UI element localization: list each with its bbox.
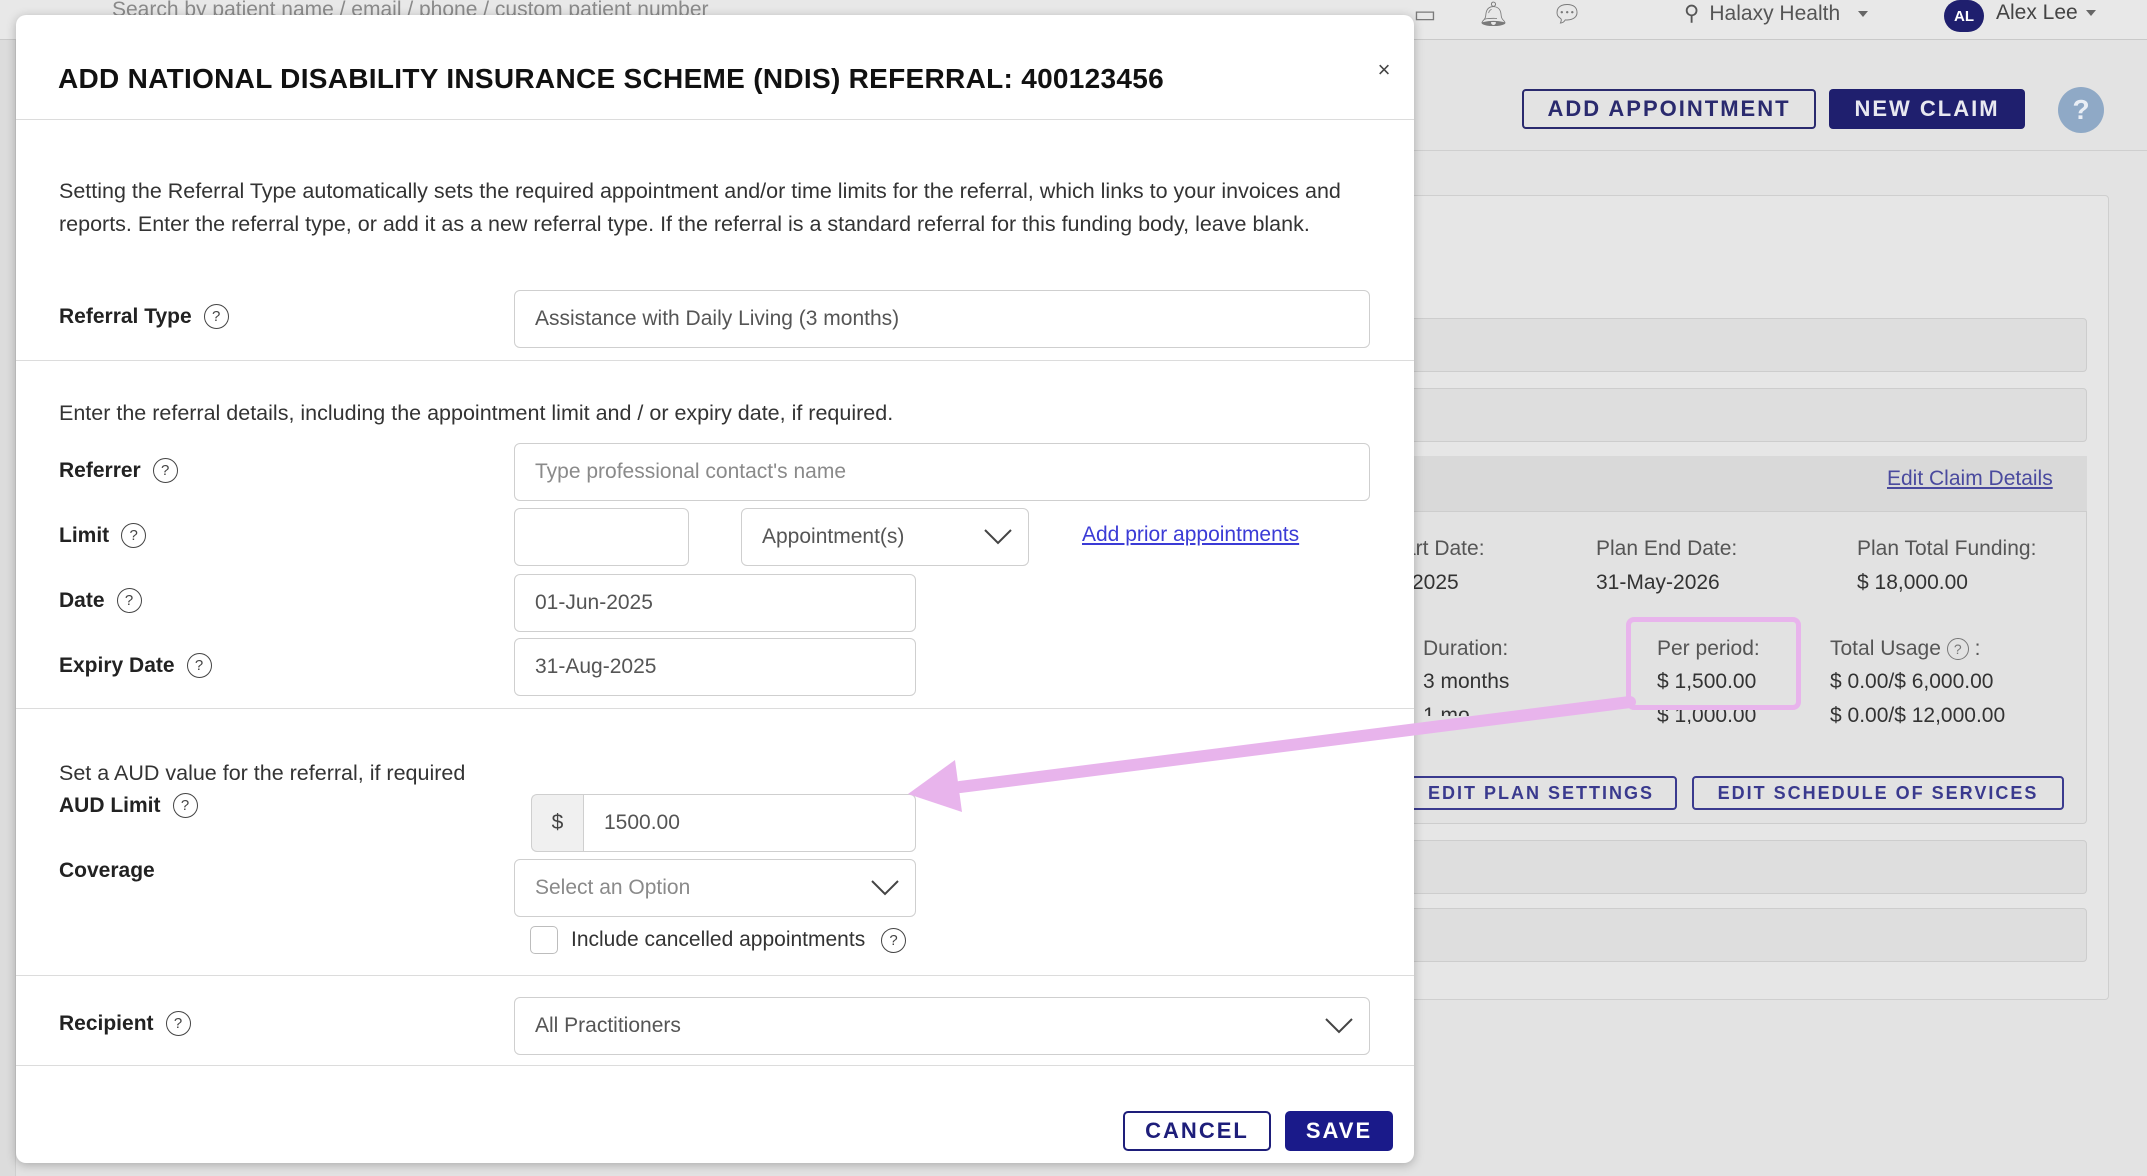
expiry-date-input[interactable]: 31-Aug-2025	[514, 638, 916, 696]
left-strip	[0, 40, 16, 1176]
panel-row[interactable]	[1400, 388, 2087, 442]
recipient-label: Recipient ?	[59, 1011, 191, 1036]
modal-title: ADD NATIONAL DISABILITY INSURANCE SCHEME…	[58, 63, 1165, 94]
plan-total-funding-value: $ 18,000.00	[1857, 571, 1968, 594]
referral-type-description: Setting the Referral Type automatically …	[59, 179, 1341, 236]
referral-type-input[interactable]: Assistance with Daily Living (3 months)	[514, 290, 1370, 348]
referral-details-description: Enter the referral details, including th…	[59, 401, 894, 425]
total-usage-label: Total Usage ? :	[1830, 637, 1981, 661]
limit-label-text: Limit	[59, 523, 110, 547]
help-circle-icon[interactable]: ?	[881, 928, 907, 953]
limit-input[interactable]	[514, 508, 689, 566]
help-button[interactable]: ?	[2058, 87, 2104, 133]
per-period-highlight	[1626, 617, 1801, 710]
divider	[16, 975, 1414, 976]
date-label-text: Date	[59, 588, 105, 612]
chevron-down-icon	[984, 529, 1012, 545]
coverage-select[interactable]: Select an Option	[514, 859, 916, 917]
help-circle-icon[interactable]: ?	[172, 793, 198, 818]
help-circle-icon[interactable]: ?	[165, 1011, 191, 1036]
recipient-select[interactable]: All Practitioners	[514, 997, 1370, 1055]
referrer-label-text: Referrer	[59, 458, 141, 482]
help-circle-icon[interactable]: ?	[152, 458, 178, 483]
include-cancelled-checkbox[interactable]	[530, 926, 558, 954]
referral-modal: ADD NATIONAL DISABILITY INSURANCE SCHEME…	[16, 15, 1414, 1163]
divider	[16, 1065, 1414, 1066]
edit-claim-details-link[interactable]: Edit Claim Details	[1887, 467, 2053, 491]
limit-unit-value: Appointment(s)	[762, 525, 905, 548]
bell-icon[interactable]: 🔔︎	[1478, 2, 1508, 28]
include-cancelled-label: Include cancelled appointments ?	[571, 928, 907, 953]
total-usage-value-2: $ 0.00/$ 12,000.00	[1830, 704, 2006, 727]
aud-description: Set a AUD value for the referral, if req…	[59, 761, 466, 785]
plan-end-date-label: Plan End Date:	[1596, 537, 1738, 560]
new-claim-button[interactable]: NEW CLAIM	[1829, 89, 2025, 129]
chevron-down-icon	[2085, 10, 2096, 17]
recipient-label-text: Recipient	[59, 1011, 154, 1035]
divider	[16, 119, 1414, 120]
duration-label: Duration:	[1423, 637, 1509, 660]
location-pin-icon: ⚲	[1684, 2, 1700, 25]
aud-limit-input[interactable]: 1500.00	[583, 794, 916, 852]
plan-start-date-value: 2025	[1412, 571, 1459, 594]
save-button[interactable]: SAVE	[1285, 1111, 1393, 1151]
limit-label: Limit ?	[59, 523, 147, 548]
help-circle-icon[interactable]: ?	[116, 588, 142, 613]
date-label: Date ?	[59, 588, 142, 613]
inbox-icon[interactable]: ▭	[1410, 2, 1440, 28]
chevron-down-icon	[1325, 1018, 1353, 1034]
aud-limit-label: AUD Limit ?	[59, 793, 198, 818]
panel-row[interactable]	[1400, 318, 2087, 372]
panel-row[interactable]	[1400, 908, 2087, 962]
location-name: Halaxy Health	[1709, 1, 1841, 25]
currency-prefix: $	[531, 794, 583, 852]
help-circle-icon[interactable]: ?	[203, 304, 229, 329]
panel-row[interactable]	[1400, 840, 2087, 894]
help-circle-icon[interactable]: ?	[1946, 638, 1969, 661]
recipient-value: All Practitioners	[535, 1014, 681, 1037]
expiry-date-label: Expiry Date ?	[59, 653, 212, 678]
add-appointment-button[interactable]: ADD APPOINTMENT	[1522, 89, 1816, 129]
user-name: Alex Lee	[1996, 1, 2078, 24]
chevron-down-icon	[871, 880, 899, 896]
avatar[interactable]: AL	[1944, 0, 1984, 32]
limit-unit-select[interactable]: Appointment(s)	[741, 508, 1029, 566]
duration-value: 3 months	[1423, 670, 1510, 693]
plan-total-funding-label: Plan Total Funding:	[1857, 537, 2037, 560]
coverage-label: Coverage	[59, 859, 155, 883]
total-usage-text: Total Usage	[1830, 637, 1941, 660]
duration-value-2: 1 mo	[1423, 704, 1470, 716]
aud-limit-label-text: AUD Limit	[59, 793, 161, 817]
coverage-placeholder: Select an Option	[535, 876, 691, 899]
edit-schedule-of-services-button[interactable]: EDIT SCHEDULE OF SERVICES	[1692, 776, 2064, 810]
chat-icon[interactable]: 💬︎	[1552, 2, 1582, 28]
divider	[16, 708, 1414, 709]
date-input[interactable]: 01-Jun-2025	[514, 574, 916, 632]
location-selector[interactable]: ⚲ Halaxy Health	[1684, 1, 1869, 26]
referral-type-label-text: Referral Type	[59, 304, 192, 328]
referral-type-label: Referral Type ?	[59, 304, 229, 329]
user-menu[interactable]: Alex Lee	[1996, 1, 2096, 25]
plan-end-date-value: 31-May-2026	[1596, 571, 1720, 594]
total-usage-value: $ 0.00/$ 6,000.00	[1830, 670, 1994, 693]
edit-plan-settings-button[interactable]: EDIT PLAN SETTINGS	[1405, 776, 1677, 810]
add-prior-appointments-link[interactable]: Add prior appointments	[1082, 523, 1299, 547]
help-circle-icon[interactable]: ?	[186, 653, 212, 678]
chevron-down-icon	[1858, 10, 1869, 17]
divider	[1400, 150, 2147, 151]
expiry-date-label-text: Expiry Date	[59, 653, 175, 677]
coverage-label-text: Coverage	[59, 859, 155, 882]
plan-start-date-label: art Date:	[1404, 537, 1485, 560]
cancel-button[interactable]: CANCEL	[1123, 1111, 1271, 1151]
help-circle-icon[interactable]: ?	[121, 523, 147, 548]
include-cancelled-text: Include cancelled appointments	[571, 928, 866, 952]
close-icon[interactable]: ×	[1369, 55, 1399, 85]
referrer-label: Referrer ?	[59, 458, 178, 483]
divider	[16, 360, 1414, 361]
referrer-input[interactable]: Type professional contact's name	[514, 443, 1370, 501]
